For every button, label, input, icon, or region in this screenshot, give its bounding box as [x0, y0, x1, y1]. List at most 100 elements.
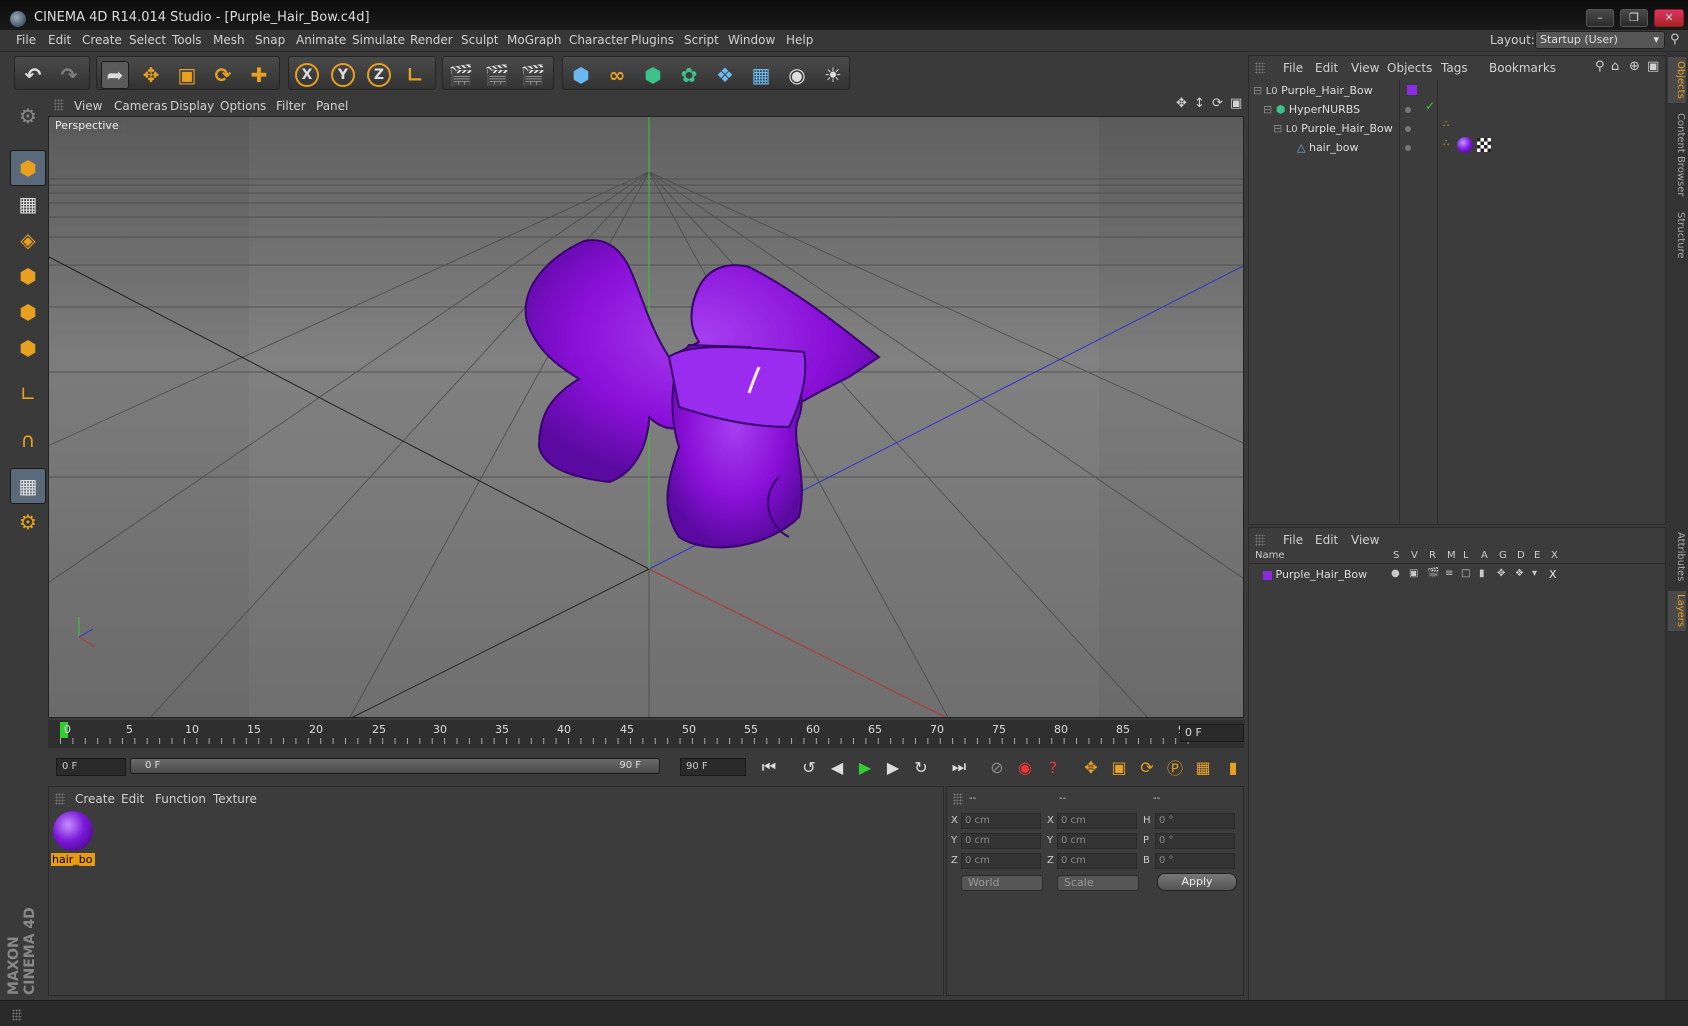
model-mode-icon[interactable]: ⬢	[10, 150, 46, 186]
go-to-start-icon[interactable]: ⏮	[756, 755, 782, 779]
phong-tag-icon[interactable]: ∴	[1443, 119, 1449, 130]
panel-grip-icon[interactable]	[12, 1009, 22, 1021]
make-editable-icon[interactable]: ⚙	[10, 98, 46, 134]
rotation-b-field[interactable]: 0 °	[1155, 853, 1235, 869]
material-tag-icon[interactable]	[1457, 137, 1473, 153]
col-x[interactable]: X	[1551, 550, 1558, 561]
tree-row[interactable]: ⊟ L0 Purple_Hair_Bow	[1273, 120, 1393, 138]
object-menu-tags[interactable]: Tags	[1441, 61, 1468, 75]
current-frame-field[interactable]: 0 F	[1180, 724, 1244, 742]
panel-grip-icon[interactable]	[953, 793, 963, 805]
visibility-dot[interactable]	[1405, 126, 1411, 132]
col-r[interactable]: R	[1429, 550, 1436, 561]
material-menu-function[interactable]: Function	[155, 792, 206, 806]
panel-grip-icon[interactable]	[1255, 534, 1265, 546]
new-window-icon[interactable]: ▣	[1647, 59, 1659, 74]
points-mode-icon[interactable]: ⬢	[10, 258, 46, 294]
position-x-field[interactable]: 0 cm	[961, 813, 1041, 829]
viewport-menu-filter[interactable]: Filter	[276, 99, 306, 113]
rotation-p-field[interactable]: 0 °	[1155, 833, 1235, 849]
lock-workplane-icon[interactable]: ⚙	[10, 504, 46, 540]
go-to-end-icon[interactable]: ⏭	[946, 755, 972, 779]
menu-character[interactable]: Character	[569, 33, 628, 47]
key-parameter-icon[interactable]: Ⓟ	[1162, 755, 1188, 779]
move-icon[interactable]: ✥	[137, 61, 165, 89]
home-icon[interactable]: ⌂	[1611, 59, 1619, 74]
y-axis-icon[interactable]: Y	[331, 63, 355, 87]
previous-frame-icon[interactable]: ◀	[824, 755, 850, 779]
expand-icon[interactable]: ⊟	[1273, 122, 1282, 135]
menu-create[interactable]: Create	[82, 33, 122, 47]
material-menu-edit[interactable]: Edit	[121, 792, 144, 806]
menu-tools[interactable]: Tools	[172, 33, 202, 47]
rotate-icon[interactable]: ⟳	[209, 61, 237, 89]
position-z-field[interactable]: 0 cm	[961, 853, 1041, 869]
perspective-viewport[interactable]: Perspective	[48, 116, 1244, 718]
col-e[interactable]: E	[1534, 550, 1540, 561]
texture-mode-icon[interactable]: ▦	[10, 186, 46, 222]
material-menu-create[interactable]: Create	[75, 792, 115, 806]
col-name[interactable]: Name	[1255, 550, 1285, 561]
key-point-level-icon[interactable]: ▦	[1190, 755, 1216, 779]
object-menu-view[interactable]: View	[1351, 61, 1379, 75]
layout-select[interactable]: Startup (User) ▾	[1535, 31, 1665, 49]
collapse-icon[interactable]: ⊕	[1629, 59, 1640, 74]
col-a[interactable]: A	[1481, 550, 1488, 561]
menu-edit[interactable]: Edit	[48, 33, 71, 47]
panel-grip-icon[interactable]	[55, 793, 65, 805]
object-menu-objects[interactable]: Objects	[1387, 61, 1432, 75]
menu-animate[interactable]: Animate	[296, 33, 346, 47]
view-icon[interactable]: ▣	[1409, 568, 1418, 579]
object-menu-edit[interactable]: Edit	[1315, 61, 1338, 75]
undo-icon[interactable]: ↶	[19, 61, 47, 89]
animation-icon[interactable]: ▮	[1479, 568, 1485, 579]
previous-key-icon[interactable]: ↺	[796, 755, 822, 779]
col-m[interactable]: M	[1447, 550, 1456, 561]
position-y-field[interactable]: 0 cm	[961, 833, 1041, 849]
polygons-mode-icon[interactable]: ⬢	[10, 330, 46, 366]
axis-mode-icon[interactable]: ∟	[10, 376, 46, 412]
viewport-menu-view[interactable]: View	[74, 99, 102, 113]
layer-row[interactable]: Purple_Hair_Bow	[1263, 566, 1367, 584]
scale-icon[interactable]: ▣	[173, 61, 201, 89]
expressions-icon[interactable]: ▾	[1532, 568, 1537, 579]
x-axis-icon[interactable]: X	[295, 63, 319, 87]
menu-script[interactable]: Script	[684, 33, 719, 47]
magnet-icon[interactable]: ∩	[10, 422, 46, 458]
minimize-button[interactable]: –	[1586, 9, 1614, 27]
tree-row[interactable]: △ hair_bow	[1297, 139, 1358, 157]
start-frame-field[interactable]: 0 F	[56, 758, 126, 776]
solo-icon[interactable]: ●	[1391, 568, 1400, 579]
tab-content-browser[interactable]: Content Browser	[1668, 107, 1686, 203]
col-l[interactable]: L	[1463, 550, 1469, 561]
keyframe-selection-icon[interactable]: ?	[1040, 755, 1066, 779]
tab-layers[interactable]: Layers	[1668, 591, 1686, 631]
menu-select[interactable]: Select	[129, 33, 166, 47]
size-z-field[interactable]: 0 cm	[1057, 853, 1137, 869]
viewport-menu-cameras[interactable]: Cameras	[114, 99, 167, 113]
viewport-zoom-icon[interactable]: ↕	[1194, 96, 1205, 111]
enabled-check-icon[interactable]: ✓	[1425, 99, 1435, 113]
material-menu-texture[interactable]: Texture	[213, 792, 257, 806]
next-frame-icon[interactable]: ▶	[880, 755, 906, 779]
layer-menu-edit[interactable]: Edit	[1315, 533, 1338, 547]
layer-menu-file[interactable]: File	[1283, 533, 1303, 547]
deformer-icon[interactable]: ❖	[711, 61, 739, 89]
menu-mograph[interactable]: MoGraph	[507, 33, 562, 47]
expand-icon[interactable]: ⊟	[1263, 103, 1272, 116]
layer-color-swatch[interactable]	[1263, 570, 1272, 580]
col-s[interactable]: S	[1393, 550, 1399, 561]
material-item[interactable]: hair_bo	[51, 809, 95, 867]
frame-range-slider[interactable]: 0 F 90 F	[130, 758, 660, 774]
menu-window[interactable]: Window	[728, 33, 775, 47]
visibility-dot[interactable]	[1405, 107, 1411, 113]
menu-plugins[interactable]: Plugins	[631, 33, 674, 47]
deformers-icon[interactable]: ❖	[1515, 568, 1524, 579]
apply-button[interactable]: Apply	[1157, 873, 1237, 891]
menu-simulate[interactable]: Simulate	[352, 33, 405, 47]
viewport-menu-panel[interactable]: Panel	[316, 99, 348, 113]
auto-keying-icon[interactable]: ◉	[1012, 755, 1038, 779]
viewport-maximize-icon[interactable]: ▣	[1230, 96, 1242, 111]
layer-menu-view[interactable]: View	[1351, 533, 1379, 547]
lock-icon[interactable]: □	[1461, 568, 1470, 579]
